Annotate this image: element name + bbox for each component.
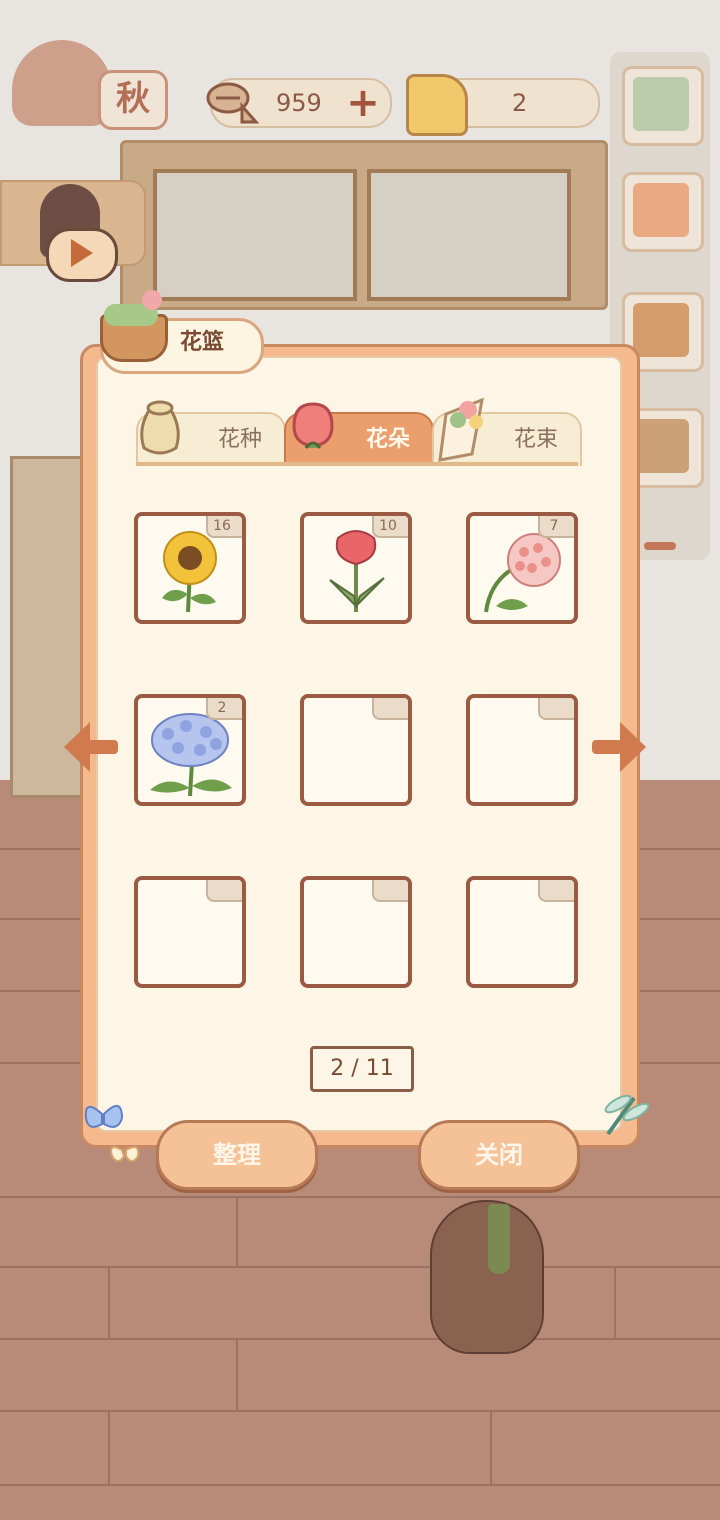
- cheese-currency[interactable]: 2: [406, 74, 600, 136]
- item-count: 10: [379, 518, 397, 534]
- arrow-shaft: [88, 740, 118, 754]
- arrow-right-icon: [620, 722, 646, 772]
- brick-line: [0, 1196, 720, 1198]
- fish-count: 959: [276, 89, 322, 117]
- rose-icon: [292, 402, 334, 449]
- prev-page-button[interactable]: [64, 722, 118, 772]
- brick-joint: [490, 1412, 492, 1484]
- shop-stall-icon: [633, 183, 689, 237]
- item-count: 16: [213, 518, 231, 534]
- close-button-label: 关闭: [475, 1141, 523, 1169]
- display-cabinet[interactable]: [120, 140, 608, 310]
- tree-icon: [12, 40, 112, 126]
- play-button[interactable]: [46, 228, 118, 282]
- brick-joint: [108, 1412, 110, 1484]
- brick-line: [0, 1484, 720, 1486]
- tab-seeds-label: 花种: [217, 427, 262, 452]
- count-tag: [372, 698, 408, 720]
- slot-hoya[interactable]: 7: [466, 512, 578, 624]
- tab-flowers-label: 花朵: [365, 427, 410, 452]
- slot-empty[interactable]: [466, 876, 578, 988]
- arrow-left-icon: [64, 722, 90, 772]
- bear-tie: [488, 1204, 510, 1274]
- brick-joint: [236, 1340, 238, 1410]
- fish-bone-icon: [202, 72, 262, 132]
- item-count: 7: [549, 518, 559, 534]
- cabinet-glass-left: [153, 169, 357, 301]
- dragonfly-icon: [604, 1094, 650, 1136]
- play-icon: [71, 239, 93, 267]
- basket-icon: [633, 303, 689, 357]
- window-icon: [633, 77, 689, 131]
- close-button[interactable]: 关闭: [418, 1120, 580, 1190]
- slot-empty[interactable]: [134, 876, 246, 988]
- cheese-icon: [406, 74, 468, 136]
- page-indicator: 2 / 11: [310, 1046, 414, 1092]
- shop-button[interactable]: [622, 172, 704, 252]
- next-page-button[interactable]: [592, 722, 646, 772]
- bear-body: [430, 1200, 544, 1354]
- sort-button[interactable]: 整理: [156, 1120, 318, 1190]
- count-tag: [538, 698, 574, 720]
- tab-underline: [136, 462, 578, 466]
- seed-bag-icon: [140, 400, 180, 455]
- window-button[interactable]: [622, 66, 704, 146]
- slot-hydrangea[interactable]: 2: [134, 694, 246, 806]
- slot-sunflower[interactable]: 16: [134, 512, 246, 624]
- item-count: 2: [217, 700, 227, 716]
- butterfly-icon: [84, 1105, 140, 1162]
- plus-icon[interactable]: +: [344, 83, 382, 123]
- slot-empty[interactable]: [300, 694, 412, 806]
- count-tag: [206, 880, 242, 902]
- count-tag: [372, 880, 408, 902]
- slot-empty[interactable]: [466, 694, 578, 806]
- category-tabs: 花种 花朵 花束: [136, 412, 582, 466]
- brick-joint: [614, 1268, 616, 1338]
- bear-character[interactable]: [420, 1180, 560, 1380]
- slot-celosia[interactable]: 10: [300, 512, 412, 624]
- fish-currency[interactable]: 959 +: [206, 78, 392, 128]
- brick-joint: [236, 1198, 238, 1266]
- slot-empty[interactable]: [300, 876, 412, 988]
- season-label: 秋: [98, 70, 168, 130]
- brick-joint: [108, 1268, 110, 1338]
- trophy-icon: [633, 419, 689, 473]
- count-tag: [538, 880, 574, 902]
- cheese-count: 2: [512, 89, 528, 117]
- cabinet-glass-right: [367, 169, 571, 301]
- bouquet-icon: [438, 397, 484, 462]
- basket-icon: [96, 290, 168, 362]
- tab-bouquets-label: 花束: [513, 427, 558, 452]
- arrow-shaft: [592, 740, 622, 754]
- collapse-icon[interactable]: [644, 542, 676, 550]
- brick-line: [0, 1338, 720, 1340]
- sort-button-label: 整理: [213, 1141, 261, 1169]
